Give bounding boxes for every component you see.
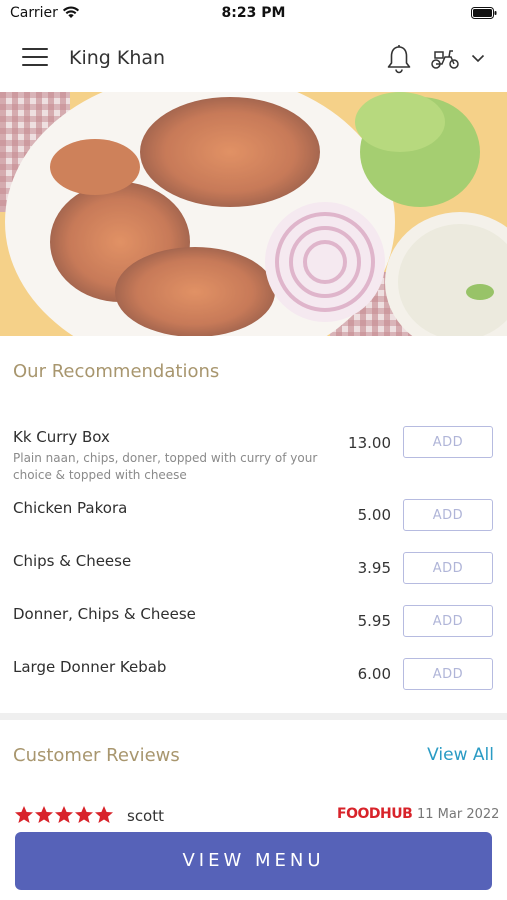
add-button[interactable]: ADD	[403, 658, 493, 690]
reviews-title: Customer Reviews	[13, 745, 180, 766]
chevron-down-icon[interactable]	[471, 54, 485, 63]
add-button[interactable]: ADD	[403, 605, 493, 637]
hamburger-menu-icon[interactable]	[22, 48, 48, 70]
item-name: Large Donner Kebab	[13, 658, 167, 676]
reviewer-name: scott	[127, 807, 165, 825]
item-name: Kk Curry Box	[13, 428, 110, 446]
item-price: 13.00	[348, 434, 391, 452]
battery-icon	[471, 7, 497, 19]
food-photo	[0, 92, 507, 336]
hero-food-image	[0, 92, 507, 336]
star-icon	[15, 806, 113, 823]
app-header: King Khan	[0, 28, 507, 92]
item-name: Donner, Chips & Cheese	[13, 605, 196, 623]
review-source-logo: FOODHUB	[337, 806, 413, 822]
add-button[interactable]: ADD	[403, 552, 493, 584]
view-all-link[interactable]: View All	[427, 745, 494, 765]
item-description: Plain naan, chips, doner, topped with cu…	[13, 451, 318, 482]
star-rating	[15, 806, 113, 823]
status-bar: Carrier 8:23 PM	[0, 0, 507, 28]
scooter-icon[interactable]	[430, 48, 460, 70]
clock: 8:23 PM	[221, 5, 286, 21]
item-price: 3.95	[357, 559, 391, 577]
add-button[interactable]: ADD	[403, 426, 493, 458]
add-button[interactable]: ADD	[403, 499, 493, 531]
recommendations-title: Our Recommendations	[13, 361, 220, 382]
store-name: King Khan	[69, 47, 166, 69]
item-name: Chicken Pakora	[13, 499, 128, 517]
view-menu-button[interactable]: VIEW MENU	[15, 832, 492, 890]
item-name: Chips & Cheese	[13, 552, 132, 570]
item-price: 6.00	[357, 665, 391, 683]
item-price: 5.00	[357, 506, 391, 524]
review-date: 11 Mar 2022	[417, 807, 500, 822]
section-divider	[0, 713, 507, 720]
item-price: 5.95	[357, 612, 391, 630]
bell-icon[interactable]	[386, 44, 412, 74]
